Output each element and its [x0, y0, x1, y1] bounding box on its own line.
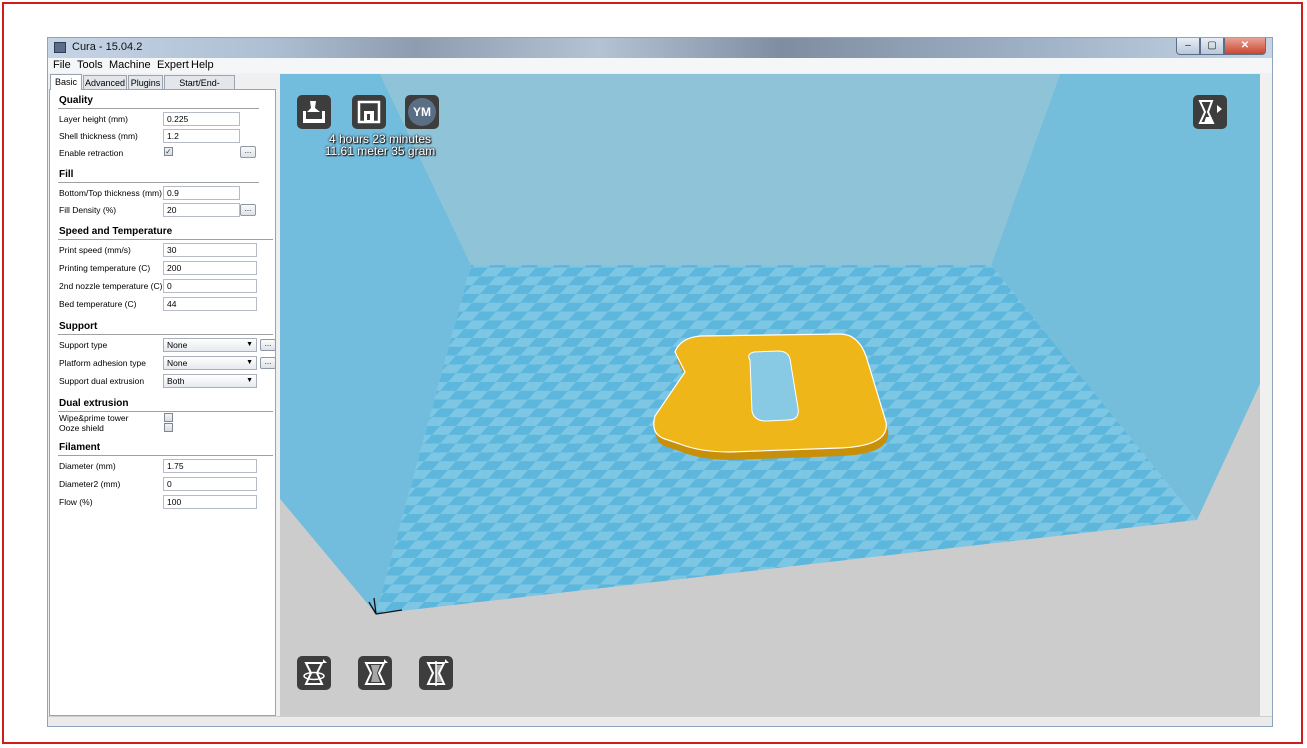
support-type-select[interactable]: None ▼: [163, 338, 257, 352]
shell-thickness-input[interactable]: 1.2: [163, 129, 240, 143]
platform-adhesion-value: None: [167, 358, 188, 368]
print-speed-label: Print speed (mm/s): [59, 245, 131, 255]
menu-file[interactable]: File: [53, 59, 71, 71]
diameter-label: Diameter (mm): [59, 461, 116, 471]
support-more-button[interactable]: ...: [260, 339, 276, 351]
divider: [58, 334, 273, 335]
divider: [58, 455, 273, 456]
diameter2-input[interactable]: 0: [163, 477, 257, 491]
tab-basic[interactable]: Basic: [50, 74, 82, 90]
bottom-top-thickness-input[interactable]: 0.9: [163, 186, 240, 200]
rotate-tool-button[interactable]: [297, 656, 331, 690]
3d-viewport[interactable]: YM 4 hours 23 minutes 11.61 meter 35 gra…: [280, 74, 1260, 716]
fill-density-input[interactable]: 20: [163, 203, 240, 217]
retraction-checkbox[interactable]: ✓: [164, 147, 173, 156]
title-bar: Cura - 15.04.2 – ▢ ✕: [48, 38, 1272, 58]
cura-window: Cura - 15.04.2 – ▢ ✕ File Tools Machine …: [47, 37, 1273, 727]
rotate-icon: [303, 659, 327, 685]
support-dual-extrusion-label: Support dual extrusion: [59, 376, 145, 386]
print-speed-input[interactable]: 30: [163, 243, 257, 257]
fill-more-button[interactable]: ...: [240, 204, 256, 216]
tab-plugins[interactable]: Plugins: [128, 75, 163, 89]
layer-height-input[interactable]: 0.225: [163, 112, 240, 126]
flow-label: Flow (%): [59, 497, 93, 507]
load-icon: [303, 101, 325, 123]
diameter-input[interactable]: 1.75: [163, 459, 257, 473]
scale-tool-button[interactable]: [358, 656, 392, 690]
tab-start-end-gcode[interactable]: Start/End-GCode: [164, 75, 235, 102]
chevron-down-icon: ▼: [246, 359, 253, 366]
filament-heading: Filament: [59, 442, 101, 453]
diameter2-label: Diameter2 (mm): [59, 479, 121, 489]
settings-panel: Basic Advanced Plugins Start/End-GCode Q…: [48, 74, 278, 716]
ooze-shield-checkbox[interactable]: [164, 423, 173, 432]
back-wall: [380, 74, 1060, 265]
divider: [58, 182, 259, 183]
wipe-prime-tower-label: Wipe&prime tower: [59, 413, 129, 423]
maximize-button[interactable]: ▢: [1200, 38, 1224, 55]
menu-tools[interactable]: Tools: [77, 59, 103, 71]
bed-temperature-label: Bed temperature (C): [59, 299, 137, 309]
printing-temperature-input[interactable]: 200: [163, 261, 257, 275]
speed-temperature-heading: Speed and Temperature: [59, 226, 173, 237]
window-controls: – ▢ ✕: [1176, 38, 1266, 56]
shell-thickness-label: Shell thickness (mm): [59, 131, 138, 141]
divider: [58, 108, 259, 109]
youmagine-label: YM: [408, 98, 436, 126]
view-mode-button[interactable]: [1193, 95, 1227, 129]
app-icon: [54, 42, 66, 53]
fill-density-label: Fill Density (%): [59, 205, 117, 215]
support-heading: Support: [59, 321, 98, 332]
menu-help[interactable]: Help: [191, 59, 214, 71]
close-button[interactable]: ✕: [1224, 38, 1266, 55]
layer-height-label: Layer height (mm): [59, 114, 128, 124]
support-type-label: Support type: [59, 340, 108, 350]
basic-settings: Quality Layer height (mm) 0.225 Shell th…: [49, 89, 276, 716]
bed-temperature-input[interactable]: 44: [163, 297, 257, 311]
fill-heading: Fill: [59, 169, 74, 180]
print-material: 11.61 meter 35 gram: [324, 144, 436, 158]
minimize-button[interactable]: –: [1176, 38, 1200, 55]
platform-adhesion-select[interactable]: None ▼: [163, 356, 257, 370]
adhesion-more-button[interactable]: ...: [260, 357, 276, 369]
wipe-prime-tower-checkbox[interactable]: [164, 413, 173, 422]
floppy-disk-icon: [357, 100, 381, 124]
load-model-button[interactable]: [297, 95, 331, 129]
quality-heading: Quality: [59, 95, 93, 106]
mirror-tool-button[interactable]: [419, 656, 453, 690]
screenshot-frame: Cura - 15.04.2 – ▢ ✕ File Tools Machine …: [2, 2, 1303, 744]
support-type-value: None: [167, 340, 188, 350]
retraction-label: Enable retraction: [59, 148, 124, 158]
status-bar: [48, 716, 1272, 726]
dual-extrusion-heading: Dual extrusion: [59, 398, 129, 409]
tab-advanced[interactable]: Advanced: [83, 75, 127, 89]
chevron-down-icon: ▼: [246, 341, 253, 348]
print-estimate: 4 hours 23 minutes 11.61 meter 35 gram: [280, 133, 480, 157]
bottom-top-thickness-label: Bottom/Top thickness (mm): [59, 188, 162, 198]
platform-adhesion-label: Platform adhesion type: [59, 358, 146, 368]
support-dual-extrusion-select[interactable]: Both ▼: [163, 374, 257, 388]
flow-input[interactable]: 100: [163, 495, 257, 509]
view-mode-icon: [1198, 100, 1222, 124]
mirror-icon: [426, 659, 449, 686]
retraction-more-button[interactable]: ...: [240, 146, 256, 158]
save-toolpath-button[interactable]: [352, 95, 386, 129]
window-title: Cura - 15.04.2: [72, 41, 143, 53]
printing-temperature-label: Printing temperature (C): [59, 263, 151, 273]
menu-expert[interactable]: Expert: [157, 59, 189, 71]
support-dual-extrusion-value: Both: [167, 376, 185, 386]
print-volume-scene: [280, 74, 1260, 716]
ooze-shield-label: Ooze shield: [59, 423, 104, 433]
menu-machine[interactable]: Machine: [109, 59, 151, 71]
model-object[interactable]: [653, 333, 889, 460]
second-nozzle-temperature-label: 2nd nozzle temperature (C): [59, 281, 163, 291]
youmagine-button[interactable]: YM: [405, 95, 439, 129]
second-nozzle-temperature-input[interactable]: 0: [163, 279, 257, 293]
menu-bar: File Tools Machine Expert Help: [48, 58, 1272, 73]
divider: [58, 411, 273, 412]
scale-icon: [364, 659, 388, 685]
divider: [58, 239, 273, 240]
chevron-down-icon: ▼: [246, 377, 253, 384]
